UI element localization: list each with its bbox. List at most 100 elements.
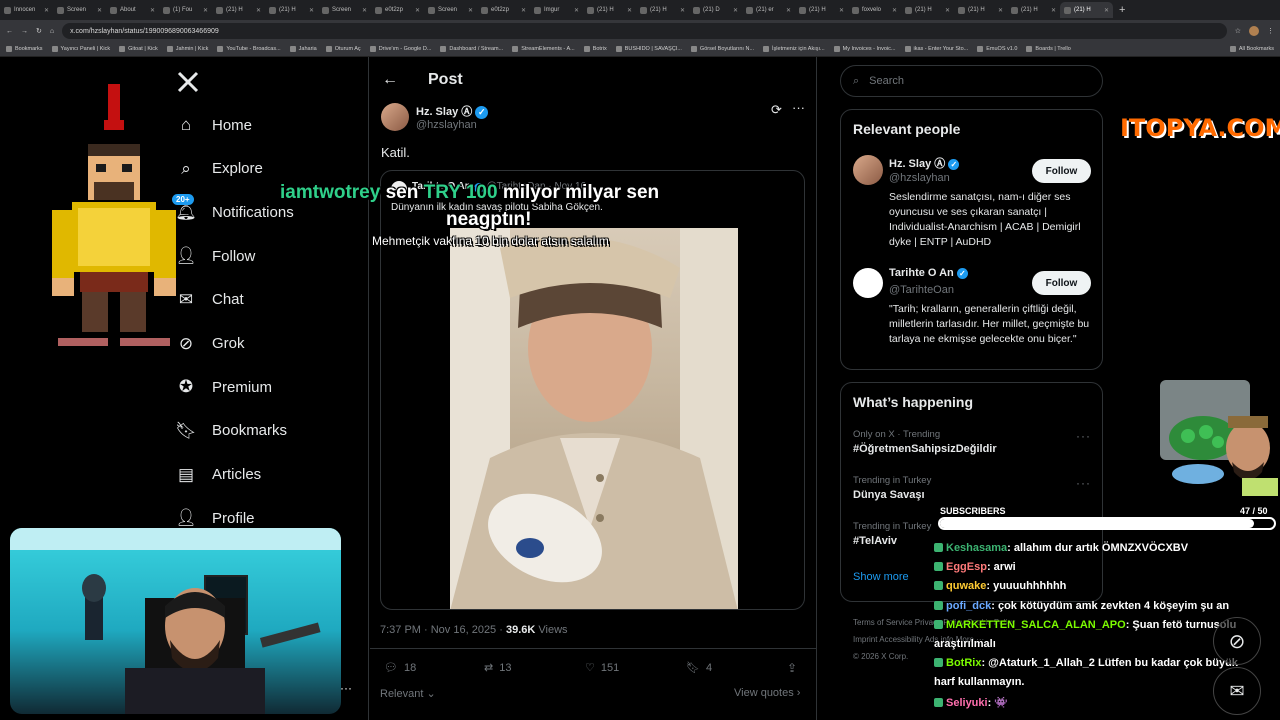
browser-tab[interactable]: Screen ✕ [424, 2, 477, 18]
bookmark-item[interactable]: Yayıncı Paneli | Kick [51, 46, 110, 52]
bookmark-item[interactable]: Dashboard / Stream... [440, 46, 503, 52]
nav-item-home[interactable]: ⌂ Home [176, 115, 252, 135]
bookmark-item[interactable]: StreamElements - A... [512, 46, 575, 52]
grok-floating-button[interactable]: ⊘ [1213, 617, 1261, 665]
close-tab-icon[interactable]: ✕ [150, 7, 155, 14]
browser-tab[interactable]: Screen ✕ [53, 2, 106, 18]
bookmark-button[interactable]: 🔖︎ 4 [686, 661, 712, 675]
close-tab-icon[interactable]: ✕ [574, 7, 579, 14]
nav-item-follow[interactable]: 👤︎ Follow [175, 246, 255, 266]
close-tab-icon[interactable]: ✕ [415, 7, 420, 14]
follow-button[interactable]: Follow [1032, 271, 1091, 295]
author-avatar[interactable] [381, 103, 409, 131]
close-tab-icon[interactable]: ✕ [97, 7, 102, 14]
bookmark-item[interactable]: İşletmeniz için Akışı... [763, 46, 825, 52]
show-more-link[interactable]: Show more [853, 571, 909, 583]
nav-item-grok[interactable]: ⊘ Grok [176, 334, 245, 354]
author-name-row[interactable]: Hz. Slay Ⓐ ✓ [416, 103, 489, 119]
trend-item[interactable]: Trending in Turkey Dünya Savaşı [853, 475, 931, 501]
close-tab-icon[interactable]: ✕ [1104, 7, 1109, 14]
browser-tab[interactable]: Innocen ✕ [0, 2, 53, 18]
trend-item[interactable]: Only on X · Trending #ÖğretmenSahipsizDe… [853, 429, 997, 455]
quoted-photo[interactable] [450, 228, 738, 609]
browser-tab[interactable]: (21) er ✕ [742, 2, 795, 18]
bookmark-item[interactable]: BUSHIDO | SAVAŞÇI... [615, 46, 682, 52]
browser-tab[interactable]: About ✕ [106, 2, 159, 18]
bookmark-item[interactable]: Drive'ım - Google D... [369, 46, 431, 52]
back-arrow-icon[interactable]: ← [382, 71, 398, 89]
close-tab-icon[interactable]: ✕ [203, 7, 208, 14]
url-input[interactable]: x.com/hzslayhan/status/19900968900634669… [62, 23, 1227, 39]
browser-tab[interactable]: (21) H ✕ [795, 2, 848, 18]
home-browser-icon[interactable]: ⌂ [50, 28, 54, 35]
trend-more-icon[interactable]: ··· [1076, 476, 1091, 490]
bookmark-item[interactable]: My Invoices - Invoic... [833, 46, 896, 52]
person-name-row[interactable]: Tarihte O An ✓ [889, 267, 968, 279]
repost-button[interactable]: ⇄ 13 [484, 661, 511, 675]
bookmark-item[interactable]: Gitoat | Kick [119, 46, 158, 52]
browser-tab[interactable]: (21) H ✕ [901, 2, 954, 18]
browser-tab[interactable]: (21) H ✕ [212, 2, 265, 18]
close-tab-icon[interactable]: ✕ [44, 7, 49, 14]
back-icon[interactable]: ← [6, 28, 13, 35]
close-tab-icon[interactable]: ✕ [733, 7, 738, 14]
bookmark-item[interactable]: Jaharia [289, 46, 317, 52]
new-tab-button[interactable]: + [1119, 4, 1125, 16]
post-timestamp[interactable]: 7:37 PM · Nov 16, 2025 · [380, 624, 503, 636]
bookmark-item[interactable]: Bookmarks [6, 46, 43, 52]
close-tab-icon[interactable]: ✕ [256, 7, 261, 14]
close-tab-icon[interactable]: ✕ [680, 7, 685, 14]
browser-tab[interactable]: Imgur ✕ [530, 2, 583, 18]
browser-tab[interactable]: (21) H ✕ [1060, 2, 1113, 18]
close-tab-icon[interactable]: ✕ [1051, 7, 1056, 14]
follow-button[interactable]: Follow [1032, 159, 1091, 183]
sort-relevant-dropdown[interactable]: Relevant ⌄ [380, 687, 436, 700]
person-name-row[interactable]: Hz. Slay Ⓐ ✓ [889, 155, 960, 171]
close-tab-icon[interactable]: ✕ [362, 7, 367, 14]
browser-tab[interactable]: (21) H ✕ [265, 2, 318, 18]
close-tab-icon[interactable]: ✕ [998, 7, 1003, 14]
forward-icon[interactable]: → [21, 28, 28, 35]
trend-item[interactable]: Trending in Turkey #TelAviv [853, 521, 931, 547]
more-options-icon[interactable]: ··· [792, 100, 805, 115]
share-icon[interactable]: ⇪ [787, 661, 797, 675]
menu-icon[interactable]: ⋮ [1267, 27, 1274, 35]
nav-item-notifications[interactable]: 🔔︎ 20+ Notifications [172, 194, 294, 222]
browser-tab[interactable]: (21) H ✕ [583, 2, 636, 18]
bookmark-item[interactable]: YouTube - Broadcas... [217, 46, 281, 52]
bookmark-item[interactable]: Jahmin | Kick [166, 46, 208, 52]
nav-item-explore[interactable]: ⌕ Explore [176, 159, 263, 179]
nav-item-profile[interactable]: 👤︎ Profile [175, 508, 254, 528]
close-tab-icon[interactable]: ✕ [468, 7, 473, 14]
close-tab-icon[interactable]: ✕ [627, 7, 632, 14]
extensions-icon[interactable]: ☆ [1235, 27, 1241, 35]
close-tab-icon[interactable]: ✕ [309, 7, 314, 14]
person-handle[interactable]: @hzslayhan [889, 172, 950, 184]
nav-item-bookmarks[interactable]: 🔖︎ Bookmarks [175, 421, 287, 441]
browser-tab[interactable]: (21) H ✕ [1007, 2, 1060, 18]
nav-item-premium[interactable]: ✪ Premium [176, 377, 272, 397]
close-tab-icon[interactable]: ✕ [945, 7, 950, 14]
profile-avatar-browser[interactable] [1249, 26, 1259, 36]
bookmark-item[interactable]: Oturum Aç [325, 46, 361, 52]
like-button[interactable]: ♡ 151 [585, 661, 619, 675]
view-quotes-link[interactable]: View quotes › [734, 687, 800, 699]
browser-tab[interactable]: (21) H ✕ [636, 2, 689, 18]
person-avatar[interactable] [853, 268, 883, 298]
x-logo[interactable] [176, 70, 200, 94]
messages-floating-button[interactable]: ✉ [1213, 667, 1261, 715]
nav-item-articles[interactable]: ▤ Articles [176, 465, 261, 485]
author-handle[interactable]: @hzslayhan [416, 119, 477, 131]
reload-icon[interactable]: ↻ [36, 27, 42, 35]
bookmark-item[interactable]: Boards | Trello [1026, 46, 1071, 52]
grok-analyze-icon[interactable]: ⟳ [771, 102, 782, 118]
browser-tab[interactable]: e0t2zp ✕ [477, 2, 530, 18]
browser-tab[interactable]: foxvelo ✕ [848, 2, 901, 18]
browser-tab[interactable]: (21) D ✕ [689, 2, 742, 18]
nav-item-chat[interactable]: ✉ Chat [176, 290, 244, 310]
close-tab-icon[interactable]: ✕ [786, 7, 791, 14]
search-input[interactable]: ⌕ Search [840, 65, 1103, 97]
bookmark-item[interactable]: ikas - Enter Your Sto... [904, 46, 968, 52]
reply-button[interactable]: 💬︎ 18 [384, 661, 416, 675]
all-bookmarks-button[interactable]: All Bookmarks [1229, 46, 1274, 52]
